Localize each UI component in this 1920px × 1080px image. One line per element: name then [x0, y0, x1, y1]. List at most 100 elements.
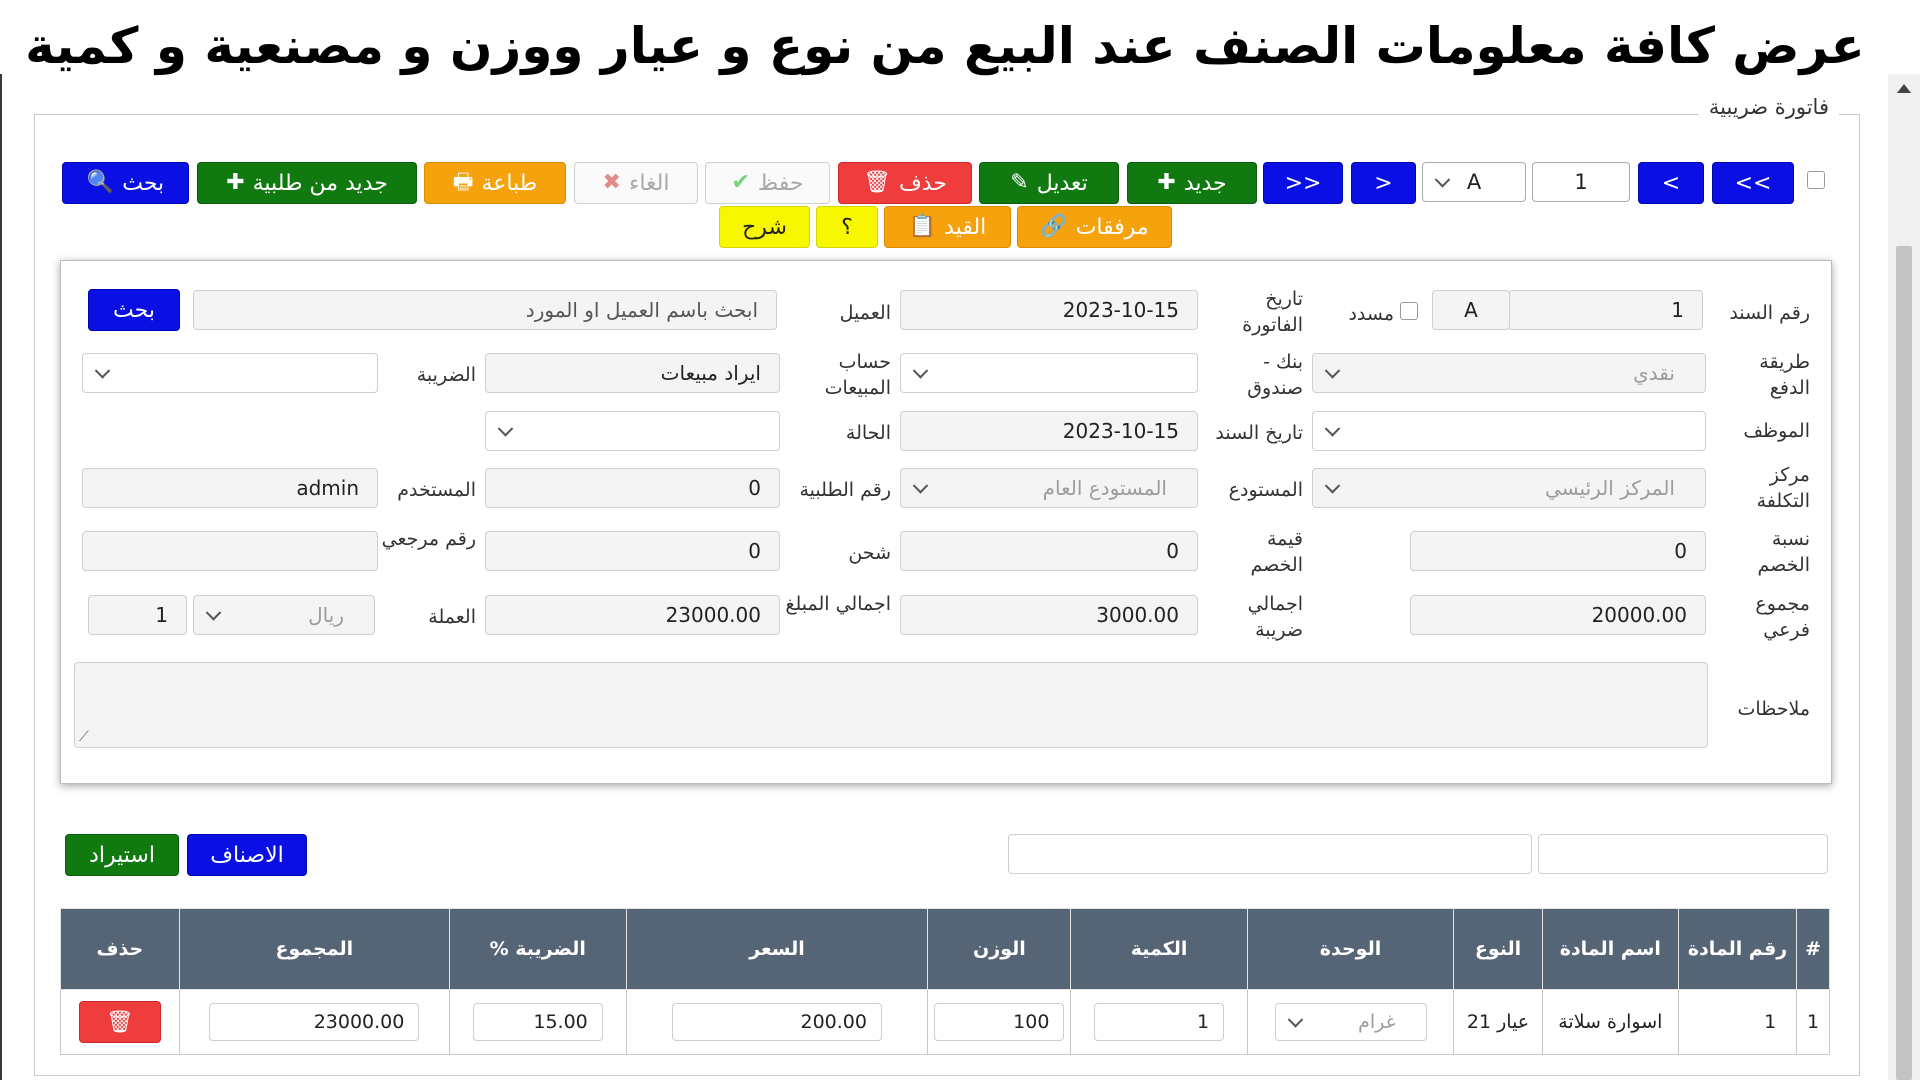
employee-label: الموظف: [1743, 420, 1810, 442]
help-button[interactable]: ؟: [816, 206, 878, 248]
status-select[interactable]: [485, 411, 780, 451]
currency-value: ريال: [308, 603, 344, 627]
chevron-down-icon: [1324, 478, 1341, 494]
prev-record-button[interactable]: <: [1351, 162, 1416, 204]
chevron-down-icon: [205, 605, 222, 621]
exchange-rate-input[interactable]: 1: [88, 595, 187, 635]
next-label: >: [1661, 170, 1681, 196]
resize-handle-icon[interactable]: ⟋: [79, 729, 89, 745]
new-button[interactable]: جديد ✚: [1127, 162, 1257, 204]
currency-select[interactable]: ريال: [193, 595, 375, 635]
import-label: استيراد: [89, 842, 155, 868]
item-filter-input-1[interactable]: [1538, 834, 1828, 874]
col-weight: الوزن: [927, 908, 1072, 990]
first-label: <<: [1284, 170, 1322, 196]
pencil-icon: ✎: [1010, 170, 1029, 195]
customer-search-button[interactable]: بحث: [88, 289, 180, 331]
print-button[interactable]: طباعة 🖶: [424, 162, 566, 204]
total-tax-label: اجمالي ضريبة: [1247, 593, 1303, 641]
shipping-input[interactable]: 0: [485, 531, 780, 571]
scroll-up-arrow-icon[interactable]: [1897, 84, 1911, 93]
order-no-label: رقم الطلبية: [799, 479, 891, 501]
total-tax-input[interactable]: 3000.00: [900, 595, 1198, 635]
select-checkbox[interactable]: [1807, 171, 1825, 189]
cancel-label: الغاء: [628, 170, 670, 196]
subtotal-input[interactable]: 20000.00: [1410, 595, 1706, 635]
first-record-button[interactable]: <<: [1263, 162, 1343, 204]
row-delete-button[interactable]: 🗑: [78, 1001, 161, 1043]
notes-textarea[interactable]: ⟋: [74, 662, 1708, 748]
invoice-date-label: تاريخ الفاتورة: [1242, 288, 1303, 336]
table-header-row: # رقم المادة اسم المادة النوع الوحدة الك…: [60, 908, 1830, 990]
next-record-button[interactable]: >: [1638, 162, 1704, 204]
chevron-down-icon: [1324, 363, 1341, 379]
row-qty-input[interactable]: 1: [1094, 1003, 1225, 1041]
trash-icon: 🗑: [863, 170, 891, 195]
new-label: جديد: [1183, 170, 1227, 196]
discount-rate-input[interactable]: 0: [1410, 531, 1706, 571]
order-no-input[interactable]: 0: [485, 468, 780, 508]
doc-no-input[interactable]: 1: [1508, 290, 1703, 330]
tax-select[interactable]: [82, 353, 378, 393]
doc-no-label: رقم السند: [1729, 302, 1810, 324]
new-from-order-label: جديد من طلبية: [252, 170, 388, 196]
entry-label: القيد: [944, 214, 987, 240]
col-quantity: الكمية: [1070, 908, 1248, 990]
attachments-button[interactable]: مرفقات 🔗: [1017, 206, 1172, 248]
col-price: السعر: [625, 908, 929, 990]
row-price-input[interactable]: 200.00: [671, 1003, 882, 1041]
doc-date-input[interactable]: 2023-10-15: [900, 411, 1198, 451]
vertical-scrollbar[interactable]: [1888, 74, 1920, 1080]
cost-center-value: المركز الرئيسي: [1545, 476, 1675, 500]
sales-account-label: حساب المبيعات: [824, 351, 891, 399]
row-total-input[interactable]: 23000.00: [209, 1003, 420, 1041]
record-number-input[interactable]: 1: [1532, 162, 1630, 202]
edit-label: تعديل: [1036, 170, 1088, 196]
cancel-button[interactable]: الغاء ✖: [574, 162, 698, 204]
items-table: # رقم المادة اسم المادة النوع الوحدة الك…: [60, 908, 1830, 1055]
sales-account-input[interactable]: ايراد مبيعات: [485, 353, 780, 393]
items-button[interactable]: الاصناف: [187, 834, 307, 876]
cost-center-select[interactable]: المركز الرئيسي: [1312, 468, 1706, 508]
import-button[interactable]: استيراد: [65, 834, 179, 876]
row-unit-select[interactable]: غرام: [1274, 1003, 1427, 1041]
item-filter-input-2[interactable]: [1008, 834, 1532, 874]
col-tax: الضريبة %: [449, 908, 627, 990]
explain-button[interactable]: شرح: [719, 206, 810, 248]
last-record-button[interactable]: >>: [1712, 162, 1794, 204]
delete-button[interactable]: حذف 🗑: [838, 162, 972, 204]
series-select[interactable]: A: [1422, 162, 1526, 202]
customer-search-input[interactable]: ابحث باسم العميل او المورد: [193, 290, 777, 330]
search-button[interactable]: بحث 🔍: [62, 162, 189, 204]
reference-input[interactable]: [82, 531, 378, 571]
chevron-down-icon: [497, 421, 514, 437]
currency-label: العملة: [428, 606, 476, 628]
discount-value-input[interactable]: 0: [900, 531, 1198, 571]
user-input[interactable]: admin: [82, 468, 378, 508]
doc-series-input[interactable]: A: [1432, 290, 1510, 330]
row-weight-input[interactable]: 100: [934, 1003, 1065, 1041]
edit-button[interactable]: تعديل ✎: [979, 162, 1119, 204]
chevron-down-icon: [912, 478, 929, 494]
new-from-order-button[interactable]: جديد من طلبية ✚: [197, 162, 417, 204]
payment-method-select[interactable]: نقدي: [1312, 353, 1706, 393]
printer-icon: 🖶: [452, 170, 474, 195]
scrollbar-thumb[interactable]: [1896, 246, 1912, 1080]
col-item-name: اسم المادة: [1541, 908, 1679, 990]
customer-label: العميل: [839, 302, 891, 324]
bank-box-select[interactable]: [900, 353, 1198, 393]
tax-label: الضريبة: [416, 364, 476, 386]
row-delete-cell: 🗑: [60, 989, 180, 1055]
reference-label: رقم مرجعي: [381, 528, 476, 550]
employee-select[interactable]: [1312, 411, 1706, 451]
total-amount-input[interactable]: 23000.00: [485, 595, 780, 635]
row-item-name: اسوارة سلاتة: [1541, 989, 1679, 1055]
row-total-cell: 23000.00: [178, 989, 451, 1055]
warehouse-select[interactable]: المستودع العام: [900, 468, 1198, 508]
col-delete: حذف: [60, 908, 180, 990]
paid-checkbox[interactable]: [1400, 302, 1418, 320]
journal-entry-button[interactable]: القيد 📋: [884, 206, 1011, 248]
save-button[interactable]: حفظ ✔: [705, 162, 830, 204]
row-tax-input[interactable]: 15.00: [472, 1003, 603, 1041]
invoice-date-input[interactable]: 2023-10-15: [900, 290, 1198, 330]
